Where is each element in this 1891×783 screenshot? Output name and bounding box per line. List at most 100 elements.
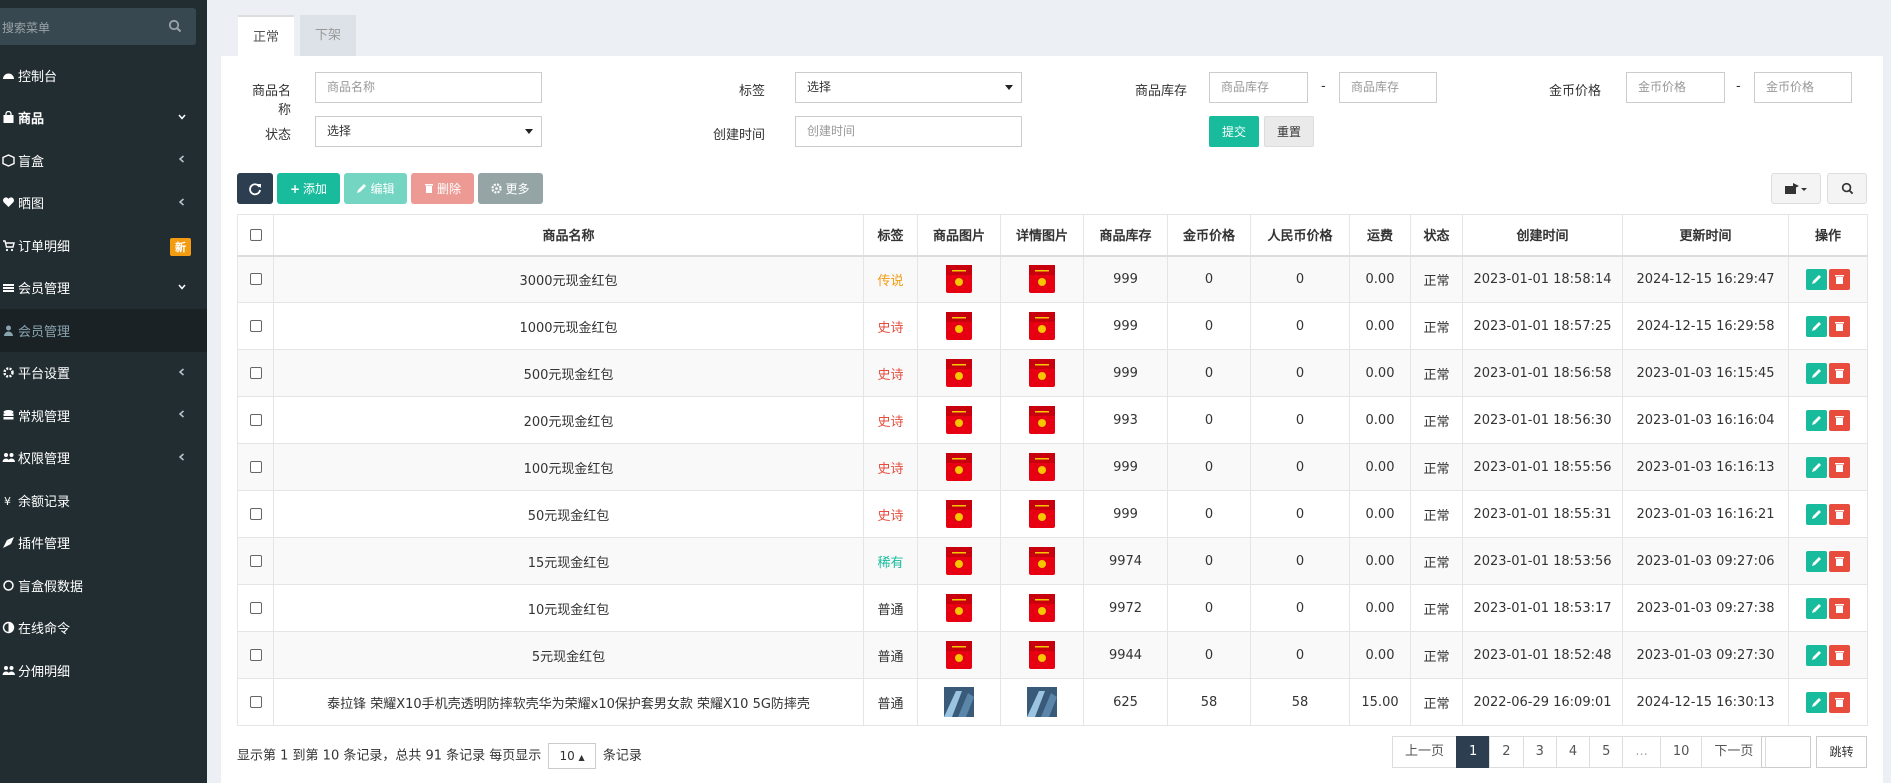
filter-created-input[interactable]: 创建时间 [795, 116, 1022, 147]
row-select-cell[interactable] [237, 349, 274, 397]
col-header[interactable]: 运费 [1349, 214, 1411, 257]
detail-image[interactable] [1027, 546, 1057, 576]
table-row[interactable]: 500元现金红包 史诗 999 0 0 0.00 正常 2023-01-01 18:56:58… [237, 349, 1868, 397]
filter-coin-max-input[interactable]: 金币价格 [1754, 72, 1852, 103]
sidebar-item[interactable]: 权限管理 [0, 437, 207, 480]
refresh-button[interactable] [237, 173, 273, 204]
row-checkbox[interactable] [249, 414, 262, 426]
product-image[interactable] [944, 593, 974, 623]
row-edit-button[interactable] [1806, 597, 1827, 619]
sidebar-item[interactable]: 控制台 [0, 54, 207, 97]
row-edit-button[interactable] [1806, 503, 1827, 525]
sidebar-item[interactable]: 平台设置 [0, 352, 207, 395]
row-checkbox[interactable] [249, 367, 262, 379]
product-image[interactable] [944, 640, 974, 670]
page-number-button[interactable]: 3 [1522, 736, 1557, 768]
col-header[interactable]: 金币价格 [1167, 214, 1251, 257]
row-delete-button[interactable] [1829, 409, 1850, 431]
detail-image[interactable] [1027, 687, 1057, 717]
sidebar-item[interactable]: 会员管理 [0, 309, 207, 352]
product-image[interactable] [944, 687, 974, 717]
row-checkbox[interactable] [249, 273, 262, 286]
filter-stock-max-input[interactable]: 商品库存 [1339, 72, 1437, 103]
add-button[interactable]: + 添加 [277, 173, 340, 204]
row-edit-button[interactable] [1806, 456, 1827, 478]
tab-normal[interactable]: 正常 [238, 15, 295, 56]
sidebar-item[interactable]: 商品 [0, 97, 207, 140]
submit-button[interactable]: 提交 [1209, 116, 1259, 147]
sidebar-item[interactable]: 插件管理 [0, 522, 207, 565]
sidebar-item[interactable]: 订单明细 新 [0, 224, 207, 267]
tab-offshelf[interactable]: 下架 [300, 15, 356, 56]
row-delete-button[interactable] [1829, 315, 1850, 337]
col-header[interactable]: 标签 [863, 214, 918, 257]
page-number-button[interactable]: 10 [1659, 736, 1703, 768]
row-checkbox[interactable] [249, 649, 262, 661]
col-header[interactable]: 商品图片 [917, 214, 1001, 257]
col-header[interactable]: 商品名称 [273, 214, 864, 257]
select-all-cell[interactable] [237, 214, 274, 257]
detail-image[interactable] [1027, 452, 1057, 482]
page-number-button[interactable]: ... [1622, 736, 1661, 768]
row-edit-button[interactable] [1806, 550, 1827, 572]
table-row[interactable]: 1000元现金红包 史诗 999 0 0 0.00 正常 2023-01-01 18:57:2… [237, 302, 1868, 350]
page-number-button[interactable]: 1 [1456, 736, 1491, 768]
sidebar-item[interactable]: 分佣明细 [0, 649, 207, 692]
sidebar-item[interactable]: 在线命令 [0, 607, 207, 650]
table-row[interactable]: 100元现金红包 史诗 999 0 0 0.00 正常 2023-01-01 18:55:56… [237, 443, 1868, 491]
row-delete-button[interactable] [1829, 503, 1850, 525]
table-row[interactable]: 10元现金红包 普通 9972 0 0 0.00 正常 2023-01-01 18:53:17… [237, 584, 1868, 632]
more-button[interactable]: 更多 [478, 173, 543, 204]
product-image[interactable] [944, 311, 974, 341]
detail-image[interactable] [1027, 405, 1057, 435]
detail-image[interactable] [1027, 311, 1057, 341]
row-edit-button[interactable] [1806, 362, 1827, 384]
row-select-cell[interactable] [237, 396, 274, 444]
table-row[interactable]: 5元现金红包 普通 9944 0 0 0.00 正常 2023-01-01 18:52:48 2… [237, 631, 1868, 679]
row-select-cell[interactable] [237, 678, 274, 726]
row-checkbox[interactable] [249, 602, 262, 614]
row-edit-button[interactable] [1806, 315, 1827, 337]
table-row[interactable]: 泰拉锋 荣耀X10手机壳透明防摔软壳华为荣耀x10保护套男女款 荣耀X10 5G… [237, 678, 1868, 726]
product-image[interactable] [944, 452, 974, 482]
row-select-cell[interactable] [237, 490, 274, 538]
row-edit-button[interactable] [1806, 644, 1827, 666]
row-edit-button[interactable] [1806, 691, 1827, 713]
col-header[interactable]: 创建时间 [1462, 214, 1623, 257]
product-image[interactable] [944, 546, 974, 576]
detail-image[interactable] [1027, 593, 1057, 623]
col-header[interactable]: 商品库存 [1083, 214, 1168, 257]
page-jump-input[interactable] [1761, 736, 1811, 768]
col-header[interactable]: 人民币价格 [1250, 214, 1350, 257]
edit-button[interactable]: 编辑 [344, 173, 407, 204]
row-checkbox[interactable] [249, 320, 262, 332]
page-number-button[interactable]: 4 [1555, 736, 1591, 768]
page-size-dropdown[interactable]: 10 ▲ [548, 743, 596, 769]
col-header[interactable]: 更新时间 [1622, 214, 1789, 257]
filter-stock-min-input[interactable]: 商品库存 [1209, 72, 1308, 103]
product-image[interactable] [944, 405, 974, 435]
row-delete-button[interactable] [1829, 456, 1850, 478]
product-image[interactable] [944, 358, 974, 388]
table-row[interactable]: 3000元现金红包 传说 999 0 0 0.00 正常 2023-01-01 18:58:1… [237, 255, 1868, 303]
row-checkbox[interactable] [249, 696, 262, 708]
row-select-cell[interactable] [237, 255, 274, 303]
product-image[interactable] [944, 264, 974, 294]
product-image[interactable] [944, 499, 974, 529]
row-checkbox[interactable] [249, 508, 262, 520]
page-number-button[interactable]: 5 [1589, 736, 1624, 768]
next-page-button[interactable]: 下一页 [1701, 736, 1767, 768]
sidebar-item[interactable]: 常规管理 [0, 394, 207, 437]
row-edit-button[interactable] [1806, 268, 1827, 290]
row-checkbox[interactable] [249, 555, 262, 567]
table-row[interactable]: 15元现金红包 稀有 9974 0 0 0.00 正常 2023-01-01 18:53:56… [237, 537, 1868, 585]
filter-tag-select[interactable]: 选择 [795, 72, 1022, 103]
row-select-cell[interactable] [237, 443, 274, 491]
page-jump-button[interactable]: 跳转 [1816, 736, 1867, 768]
row-select-cell[interactable] [237, 584, 274, 632]
sidebar-item[interactable]: ¥ 余额记录 [0, 479, 207, 522]
select-all-checkbox[interactable] [249, 228, 262, 241]
row-select-cell[interactable] [237, 631, 274, 679]
row-checkbox[interactable] [249, 461, 262, 473]
table-row[interactable]: 50元现金红包 史诗 999 0 0 0.00 正常 2023-01-01 18:55:31 2… [237, 490, 1868, 538]
